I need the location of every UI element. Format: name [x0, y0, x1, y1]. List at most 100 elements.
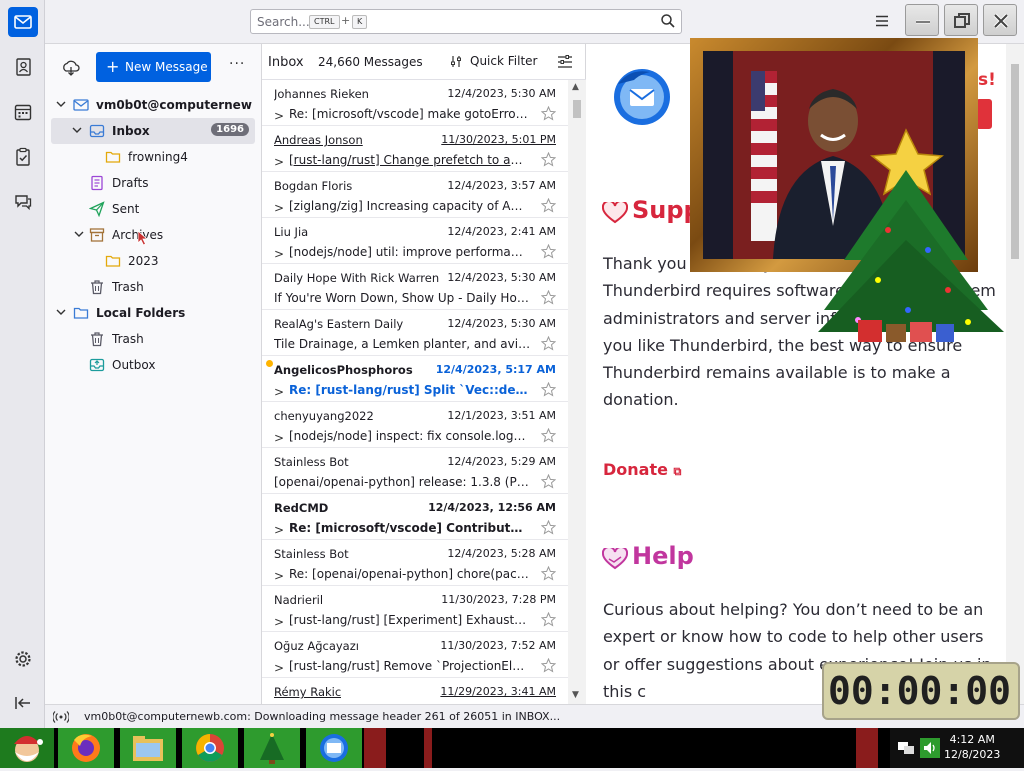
local-trash-label: Trash — [112, 332, 144, 346]
message-row[interactable]: Liu Jia 12/4/2023, 2:41 AM > [nodejs/nod… — [262, 218, 568, 264]
message-row[interactable]: Stainless Bot 12/4/2023, 5:28 AM > Re: [… — [262, 540, 568, 586]
folder-account[interactable]: vm0b0t@computernewb.... — [45, 92, 262, 118]
thread-chevron-icon[interactable]: > — [274, 661, 284, 675]
message-row[interactable]: Daily Hope With Rick Warren 12/4/2023, 5… — [262, 264, 568, 310]
message-row[interactable]: AngelicosPhosphoros 12/4/2023, 5:17 AM >… — [262, 356, 568, 402]
message-row[interactable]: Rémy Rakic 11/29/2023, 3:41 AM — [262, 678, 568, 704]
collapse-left-icon — [15, 697, 30, 709]
thread-chevron-icon[interactable]: > — [274, 431, 284, 445]
folder-local-trash[interactable]: Trash — [45, 326, 262, 352]
quick-filter-button[interactable]: Quick Filter — [450, 54, 537, 68]
star-icon[interactable] — [541, 612, 556, 627]
star-icon[interactable] — [541, 382, 556, 397]
folder-frowning4[interactable]: frowning4 — [45, 144, 262, 170]
folder-archives[interactable]: Archives — [45, 222, 262, 248]
mail-space-button[interactable] — [8, 7, 38, 37]
message-row[interactable]: Johannes Rieken 12/4/2023, 5:30 AM > Re:… — [262, 80, 568, 126]
stopwatch-widget[interactable]: 00:00:00 — [822, 662, 1020, 720]
thread-chevron-icon[interactable]: > — [274, 569, 284, 583]
thread-chevron-icon[interactable]: > — [274, 201, 284, 215]
tasks-space-button[interactable] — [8, 142, 38, 172]
chevron-down-icon[interactable] — [71, 124, 83, 136]
new-message-button[interactable]: + New Message — [96, 52, 211, 82]
message-list-scrollbar[interactable]: ▲ ▼ — [568, 80, 586, 704]
donate-link[interactable]: Donate ⧉ — [603, 460, 681, 479]
flag-left — [751, 71, 777, 241]
collapse-spaces-button[interactable] — [8, 688, 38, 718]
minimize-button[interactable] — [905, 4, 939, 36]
system-clock[interactable]: 4:12 AM 12/8/2023 — [944, 732, 1000, 762]
taskbar-file-explorer[interactable] — [120, 728, 176, 768]
message-date: 11/30/2023, 5:01 PM — [441, 133, 556, 146]
help-heading-text: Help — [632, 542, 694, 570]
taskbar-chrome[interactable] — [182, 728, 238, 768]
global-search[interactable]: Search... CTRL + K — [250, 9, 682, 34]
chat-space-button[interactable] — [8, 187, 38, 217]
taskbar-tree-app[interactable] — [244, 728, 300, 768]
network-icon[interactable] — [896, 738, 916, 758]
star-icon[interactable] — [541, 290, 556, 305]
folder-sent[interactable]: Sent — [45, 196, 262, 222]
message-subject: [nodejs/node] inspect: fix console.log(%… — [289, 429, 529, 443]
folder-drafts[interactable]: Drafts — [45, 170, 262, 196]
drafts-icon — [91, 175, 103, 191]
taskbar-thunderbird[interactable] — [306, 728, 362, 768]
folder-local-folders[interactable]: Local Folders — [45, 300, 262, 326]
message-row[interactable]: Oğuz Ağcayazı 11/30/2023, 7:52 AM > [rus… — [262, 632, 568, 678]
address-book-space-button[interactable] — [8, 52, 38, 82]
folder-outbox[interactable]: Outbox — [45, 352, 262, 378]
message-sender: Bogdan Floris — [274, 179, 353, 193]
message-row[interactable]: Nadrieril 11/30/2023, 7:28 PM > [rust-la… — [262, 586, 568, 632]
restore-button[interactable] — [944, 4, 978, 36]
star-icon[interactable] — [541, 520, 556, 535]
thread-chevron-icon[interactable]: > — [274, 385, 284, 399]
message-row[interactable]: chenyuyang2022 12/1/2023, 3:51 AM > [nod… — [262, 402, 568, 448]
star-icon[interactable] — [541, 152, 556, 167]
app-menu-icon[interactable] — [873, 12, 891, 30]
scroll-down-icon[interactable]: ▼ — [572, 690, 579, 700]
chevron-down-icon[interactable] — [73, 228, 85, 240]
message-row[interactable]: Andreas Jonson 11/30/2023, 5:01 PM > [ru… — [262, 126, 568, 172]
message-row[interactable]: RedCMD 12/4/2023, 12:56 AM > Re: [micros… — [262, 494, 568, 540]
reader-scrollbar[interactable] — [1006, 44, 1024, 704]
star-icon[interactable] — [541, 244, 556, 259]
thread-chevron-icon[interactable]: > — [274, 155, 284, 169]
folder-inbox[interactable]: Inbox 1696 — [51, 118, 255, 144]
star-icon[interactable] — [541, 428, 556, 443]
sent-icon — [89, 201, 105, 217]
start-button[interactable] — [0, 728, 54, 768]
close-button[interactable] — [983, 4, 1017, 36]
star-icon[interactable] — [541, 198, 556, 213]
chevron-down-icon[interactable] — [55, 306, 67, 318]
volume-icon[interactable] — [920, 738, 940, 758]
list-options-icon[interactable] — [557, 54, 573, 70]
star-icon[interactable] — [541, 106, 556, 121]
get-messages-icon[interactable] — [61, 58, 81, 78]
scroll-thumb[interactable] — [573, 100, 581, 118]
show-desktop-left[interactable] — [856, 728, 878, 768]
shortcut-key-k: K — [352, 15, 368, 29]
scroll-up-icon[interactable]: ▲ — [572, 82, 579, 92]
star-icon[interactable] — [541, 566, 556, 581]
star-icon[interactable] — [541, 336, 556, 351]
chevron-down-icon[interactable] — [55, 98, 67, 110]
message-row[interactable]: RealAg's Eastern Daily 12/4/2023, 5:30 A… — [262, 310, 568, 356]
message-row[interactable]: Stainless Bot 12/4/2023, 5:29 AM [openai… — [262, 448, 568, 494]
star-icon[interactable] — [541, 658, 556, 673]
folder-2023[interactable]: 2023 — [45, 248, 262, 274]
search-icon[interactable] — [660, 13, 676, 29]
star-icon[interactable] — [541, 474, 556, 489]
taskbar-firefox[interactable] — [58, 728, 114, 768]
more-options-button[interactable]: ··· — [229, 56, 245, 72]
thread-chevron-icon[interactable]: > — [274, 615, 284, 629]
thread-chevron-icon[interactable]: > — [274, 109, 284, 123]
message-row[interactable]: Bogdan Floris 12/4/2023, 3:57 AM > [zigl… — [262, 172, 568, 218]
calendar-space-button[interactable] — [8, 97, 38, 127]
thread-chevron-icon[interactable]: > — [274, 247, 284, 261]
settings-button[interactable] — [8, 644, 38, 674]
thread-chevron-icon[interactable]: > — [274, 523, 284, 537]
scroll-thumb[interactable] — [1011, 64, 1019, 259]
taskbar-window-1[interactable] — [364, 728, 386, 768]
folder-trash[interactable]: Trash — [45, 274, 262, 300]
taskbar-window-2[interactable] — [424, 728, 432, 768]
